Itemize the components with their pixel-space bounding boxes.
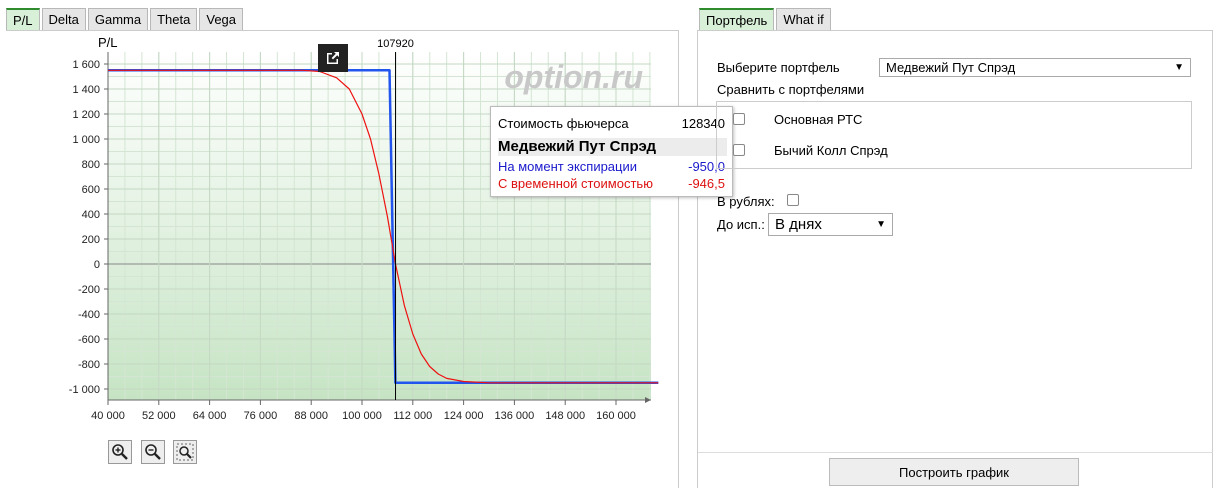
y-axis-label: P/L [98,35,118,50]
x-tick-label: 76 000 [244,410,278,422]
x-tick-label: 88 000 [294,410,328,422]
portfolio-tabs: Портфель What if [699,8,831,30]
y-tick-label: 600 [82,184,100,196]
y-tick-label: -400 [78,309,100,321]
compare-item-rts: Основная РТС [774,112,863,127]
y-tick-label: 400 [82,209,100,221]
dropdown-arrow-icon: ▼ [1174,62,1184,73]
zoom-reset-button[interactable] [173,440,197,464]
time-value-label: С временной стоимостью [498,176,653,191]
watermark: option.ru [504,59,643,95]
y-tick-label: 1 000 [72,134,100,146]
rubles-label: В рублях: [717,194,775,209]
y-tick-label: -1 000 [69,384,100,396]
zoom-reset-icon [176,443,194,461]
tooltip-portfolio-name: Медвежий Пут Спрэд [498,138,727,156]
compare-checkbox-bull-call[interactable] [733,144,745,156]
x-tick-label: 40 000 [91,410,125,422]
x-tick-label: 100 000 [342,410,382,422]
tab-portfolio[interactable]: Портфель [699,8,775,30]
popout-button[interactable] [318,44,348,72]
dropdown-arrow-icon: ▼ [876,219,886,230]
time-value-value: -946,5 [688,176,725,191]
build-chart-button[interactable]: Построить график [829,458,1079,486]
y-tick-label: 1 600 [72,59,100,71]
x-tick-label: 148 000 [545,410,585,422]
zoom-out-icon [145,444,161,460]
y-tick-label: 0 [94,259,100,271]
zoom-in-button[interactable] [108,440,132,464]
y-tick-label: -600 [78,334,100,346]
y-tick-label: 200 [82,234,100,246]
selected-portfolio: Медвежий Пут Спрэд [886,60,1016,75]
tab-what-if[interactable]: What if [776,8,831,30]
cursor-label: 107920 [377,38,414,50]
portfolio-select[interactable]: Медвежий Пут Спрэд ▼ [879,58,1191,77]
x-tick-label: 64 000 [193,410,227,422]
y-tick-label: -800 [78,359,100,371]
y-tick-label: -200 [78,284,100,296]
x-tick-label: 160 000 [596,410,636,422]
zoom-out-button[interactable] [141,440,165,464]
y-tick-label: 1 200 [72,109,100,121]
divider [698,452,1213,453]
x-tick-label: 112 000 [393,410,432,422]
y-tick-label: 1 400 [72,84,100,96]
futures-price-label: Стоимость фьючерса [498,116,629,131]
x-tick-label: 124 000 [444,410,484,422]
expiry-label: На момент экспирации [498,159,638,174]
x-tick-label: 136 000 [495,410,535,422]
to-expiry-label: До исп.: [717,217,765,232]
to-expiry-select[interactable]: В днях ▼ [768,213,893,236]
compare-label: Сравнить с портфелями [717,82,865,97]
y-tick-label: 800 [82,159,100,171]
zoom-in-icon [112,444,128,460]
compare-item-bull-call: Бычий Колл Спрэд [774,143,888,158]
portfolio-panel [697,30,1213,488]
chart-tooltip: Стоимость фьючерса 128340 Медвежий Пут С… [490,106,733,197]
select-portfolio-label: Выберите портфель [717,60,840,75]
to-expiry-value: В днях [775,216,822,233]
rubles-checkbox[interactable] [787,194,799,206]
external-link-icon [327,52,339,64]
compare-checkbox-rts[interactable] [733,113,745,125]
x-tick-label: 52 000 [142,410,176,422]
